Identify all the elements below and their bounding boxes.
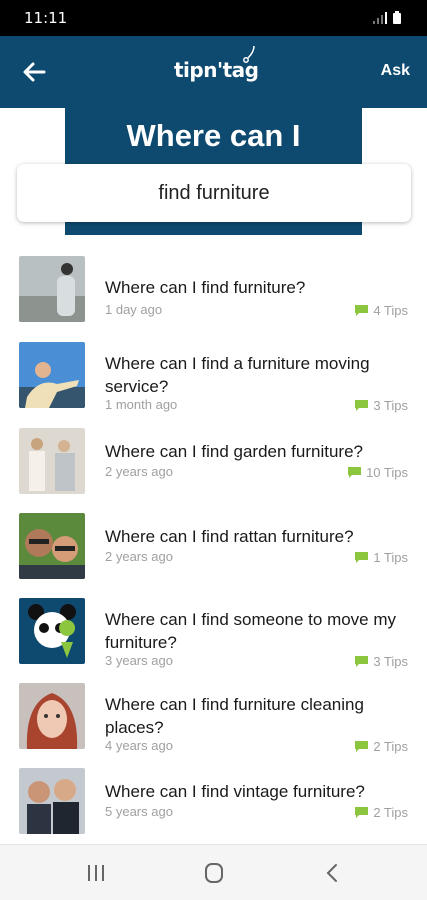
signal-icon [373, 12, 387, 24]
back-arrow-icon[interactable] [18, 56, 50, 88]
question-time: 5 years ago [105, 804, 173, 819]
avatar [19, 598, 85, 664]
tips-label: 3 Tips [373, 654, 408, 669]
redhead-woman-photo [19, 683, 85, 749]
question-time: 3 years ago [105, 653, 173, 668]
tag-icon [243, 45, 255, 63]
status-icons [373, 11, 401, 24]
app-header: tipn'tag Ask [0, 36, 427, 108]
chat-bubble-icon [355, 400, 369, 411]
chat-bubble-icon [355, 807, 369, 818]
avatar [19, 428, 85, 494]
system-nav-bar [0, 844, 427, 900]
question-title: Where can I find rattan furniture? [105, 527, 354, 546]
home-icon[interactable] [203, 863, 225, 883]
tips-label: 10 Tips [366, 465, 408, 480]
question-title: Where can I find furniture? [105, 278, 306, 297]
couple-selfie-photo [19, 513, 85, 579]
question-title: Where can I find furniture cleaning plac… [105, 695, 364, 737]
avatar [19, 513, 85, 579]
app-logo: tipn'tag [168, 44, 268, 100]
question-time: 1 day ago [105, 302, 163, 317]
two-people-photo [19, 428, 85, 494]
tips-label: 3 Tips [373, 398, 408, 413]
status-time: 11:11 [24, 9, 68, 27]
tips-label: 2 Tips [373, 739, 408, 754]
tips-label: 1 Tips [373, 550, 408, 565]
chat-bubble-icon [355, 305, 369, 316]
panda-logo [19, 598, 85, 664]
hero-title: Where can I [126, 118, 301, 153]
tips-count: 2 Tips [355, 805, 408, 820]
battery-icon [393, 11, 401, 24]
tips-count: 2 Tips [355, 739, 408, 754]
tips-count: 4 Tips [355, 303, 408, 318]
tips-count: 3 Tips [355, 398, 408, 413]
question-time: 2 years ago [105, 549, 173, 564]
tips-label: 4 Tips [373, 303, 408, 318]
avatar [19, 683, 85, 749]
avatar [19, 768, 85, 834]
avatar [19, 342, 85, 408]
question-title: Where can I find someone to move my furn… [105, 610, 397, 652]
tips-count: 10 Tips [348, 465, 408, 480]
chat-bubble-icon [355, 656, 369, 667]
chat-bubble-icon [348, 467, 362, 478]
search-box [17, 164, 411, 222]
tips-count: 1 Tips [355, 550, 408, 565]
chat-bubble-icon [355, 552, 369, 563]
tips-count: 3 Tips [355, 654, 408, 669]
question-time: 1 month ago [105, 397, 178, 412]
question-time: 2 years ago [105, 464, 173, 479]
tips-label: 2 Tips [373, 805, 408, 820]
status-bar: 11:11 [0, 0, 427, 36]
chat-bubble-icon [355, 741, 369, 752]
question-title: Where can I find a furniture moving serv… [105, 354, 370, 396]
question-title: Where can I find garden furniture? [105, 442, 363, 461]
search-input[interactable] [17, 164, 411, 222]
back-icon[interactable] [322, 863, 344, 883]
recent-apps-icon[interactable] [85, 863, 107, 883]
question-title: Where can I find vintage furniture? [105, 782, 365, 801]
two-men-photo [19, 768, 85, 834]
avatar [19, 256, 85, 322]
ask-button[interactable]: Ask [381, 62, 410, 80]
question-time: 4 years ago [105, 738, 173, 753]
person-on-hill-photo [19, 256, 85, 322]
woman-blue-sky-photo [19, 342, 85, 408]
